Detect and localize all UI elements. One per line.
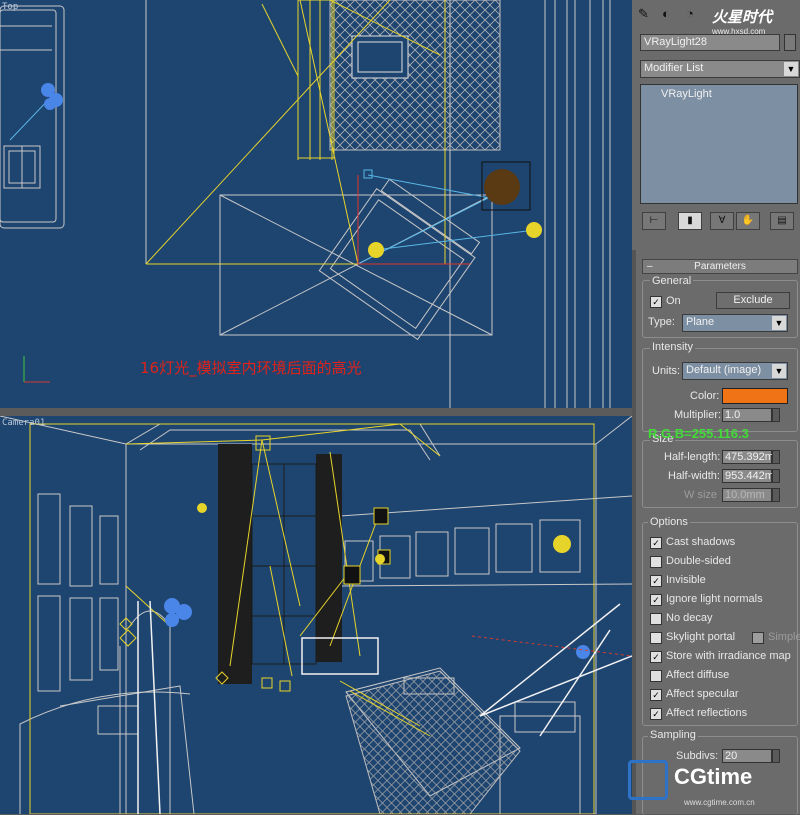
modifier-list-label: Modifier List (644, 62, 704, 74)
simple-label: Simple (768, 631, 800, 643)
multiplier-spinner[interactable]: 1.0 (722, 408, 772, 422)
w-size-label: W size (684, 489, 717, 501)
panel-scrollbar[interactable] (632, 250, 636, 814)
cgtime-url: www.cgtime.com.cn (684, 798, 755, 807)
affect-diffuse-checkbox[interactable] (650, 670, 662, 682)
option-row[interactable]: ✓ Affect specular (650, 688, 790, 704)
on-label: On (666, 295, 681, 307)
viewport-splitter[interactable] (0, 408, 632, 416)
option-row[interactable]: ✓ Invisible (650, 574, 790, 590)
camera-viewport[interactable]: Camera01 (0, 416, 632, 814)
color-label: Color: (690, 390, 720, 402)
half-width-spinner[interactable]: 953.442m (722, 469, 774, 483)
panel-tab-modify[interactable]: ◐ (662, 6, 682, 24)
multiplier-label: Multiplier: (674, 409, 722, 421)
panel-tab-create[interactable]: ✎ (638, 6, 658, 24)
ignore-light-normals-label: Ignore light normals (666, 593, 763, 605)
make-unique-button[interactable]: ∀ (710, 212, 734, 230)
affect-specular-label: Affect specular (666, 688, 739, 700)
camera-view-wireframe (0, 416, 632, 814)
modifier-stack[interactable]: VRayLight (640, 84, 798, 204)
sampling-group-title: Sampling (648, 729, 698, 741)
invisible-label: Invisible (666, 574, 706, 586)
object-color-swatch[interactable] (784, 34, 796, 51)
option-row[interactable]: Double-sided (650, 555, 790, 571)
affect-diffuse-label: Affect diffuse (666, 669, 730, 681)
parameters-rollout-title: Parameters (694, 261, 746, 272)
half-width-label: Half-width: (668, 470, 720, 482)
remove-modifier-button[interactable]: ✋ (736, 212, 760, 230)
units-label: Units: (652, 365, 681, 377)
cgtime-logo-icon (628, 760, 668, 800)
store-irradiance-label: Store with irradiance map (666, 650, 791, 662)
cast-shadows-label: Cast shadows (666, 536, 736, 548)
cast-shadows-checkbox[interactable]: ✓ (650, 537, 662, 549)
store-irradiance-checkbox[interactable]: ✓ (650, 651, 662, 663)
general-group-title: General (650, 275, 694, 287)
options-group-title: Options (648, 516, 690, 528)
chevron-down-icon: ▼ (772, 316, 786, 330)
hxsd-logo: 火星时代 (712, 9, 773, 26)
option-row[interactable]: ✓ Ignore light normals (650, 593, 790, 609)
half-width-spinner-arrows[interactable] (772, 469, 780, 483)
w-size-spinner[interactable]: 10.0mm (722, 488, 772, 502)
no-decay-checkbox[interactable] (650, 613, 662, 625)
bottom-watermark: CGtime www.cgtime.com.cn (628, 760, 800, 814)
affect-reflections-checkbox[interactable]: ✓ (650, 708, 662, 720)
modifier-list-dropdown[interactable]: Modifier List ▼ (640, 60, 800, 78)
option-row[interactable]: No decay (650, 612, 790, 628)
half-length-spinner[interactable]: 475.392m (722, 450, 774, 464)
skylight-portal-checkbox[interactable] (650, 632, 662, 644)
units-dropdown[interactable]: Default (image) ▼ (682, 362, 788, 380)
affect-reflections-label: Affect reflections (666, 707, 748, 719)
type-dropdown[interactable]: Plane ▼ (682, 314, 788, 332)
rgb-overlay-text: R.G.B=255.116.3 (648, 426, 749, 441)
w-size-spinner-arrows[interactable] (772, 488, 780, 502)
skylight-portal-label: Skylight portal (666, 631, 736, 643)
parameters-rollout-header[interactable]: – Parameters (642, 259, 798, 274)
simple-checkbox (752, 632, 764, 644)
exclude-label: Exclude (733, 294, 773, 306)
double-sided-checkbox[interactable] (650, 556, 662, 568)
half-length-spinner-arrows[interactable] (772, 450, 780, 464)
double-sided-label: Double-sided (666, 555, 731, 567)
top-viewport[interactable]: Top 16灯光_模拟室内环境后面的高光 (0, 0, 632, 408)
option-row[interactable]: Affect diffuse (650, 669, 790, 685)
modifier-stack-item[interactable]: VRayLight (661, 88, 712, 100)
option-row[interactable]: ✓ Cast shadows (650, 536, 790, 552)
type-label: Type: (648, 316, 675, 328)
command-panel: ✎ ◐ ◔ VRayLight28 Modifier List ▼ VRayLi… (632, 0, 800, 815)
half-length-label: Half-length: (664, 451, 721, 463)
top-watermark: 火星时代 www.hxsd.com (712, 6, 772, 36)
ignore-light-normals-checkbox[interactable]: ✓ (650, 594, 662, 606)
units-value: Default (image) (686, 364, 762, 376)
chevron-down-icon: ▼ (772, 364, 786, 378)
show-end-result-button[interactable]: ▮ (678, 212, 702, 230)
affect-specular-checkbox[interactable]: ✓ (650, 689, 662, 701)
on-checkbox[interactable]: ✓ (650, 296, 662, 308)
multiplier-spinner-arrows[interactable] (772, 408, 780, 422)
panel-tab-hierarchy[interactable]: ◔ (686, 6, 706, 24)
option-row[interactable]: ✓ Affect reflections (650, 707, 790, 723)
exclude-button[interactable]: Exclude (716, 292, 790, 309)
option-row[interactable]: ✓ Store with irradiance map (650, 650, 791, 666)
top-viewport-label[interactable]: Top (2, 2, 18, 12)
no-decay-label: No decay (666, 612, 713, 624)
intensity-group-title: Intensity (650, 341, 695, 353)
pin-stack-button[interactable]: ⊢ (642, 212, 666, 230)
annotation-text: 16灯光_模拟室内环境后面的高光 (140, 359, 362, 377)
top-view-wireframe (0, 0, 611, 408)
configure-sets-button[interactable]: ▤ (770, 212, 794, 230)
chevron-down-icon: ▼ (784, 62, 798, 76)
light-color-swatch[interactable] (722, 388, 788, 404)
object-name-field[interactable]: VRayLight28 (640, 34, 780, 51)
option-row[interactable]: Skylight portal Simple (650, 631, 800, 647)
invisible-checkbox[interactable]: ✓ (650, 575, 662, 587)
cgtime-logo: CGtime (674, 764, 753, 789)
hxsd-url: www.hxsd.com (712, 27, 766, 36)
camera-viewport-label[interactable]: Camera01 (2, 418, 45, 428)
type-value: Plane (686, 316, 715, 328)
